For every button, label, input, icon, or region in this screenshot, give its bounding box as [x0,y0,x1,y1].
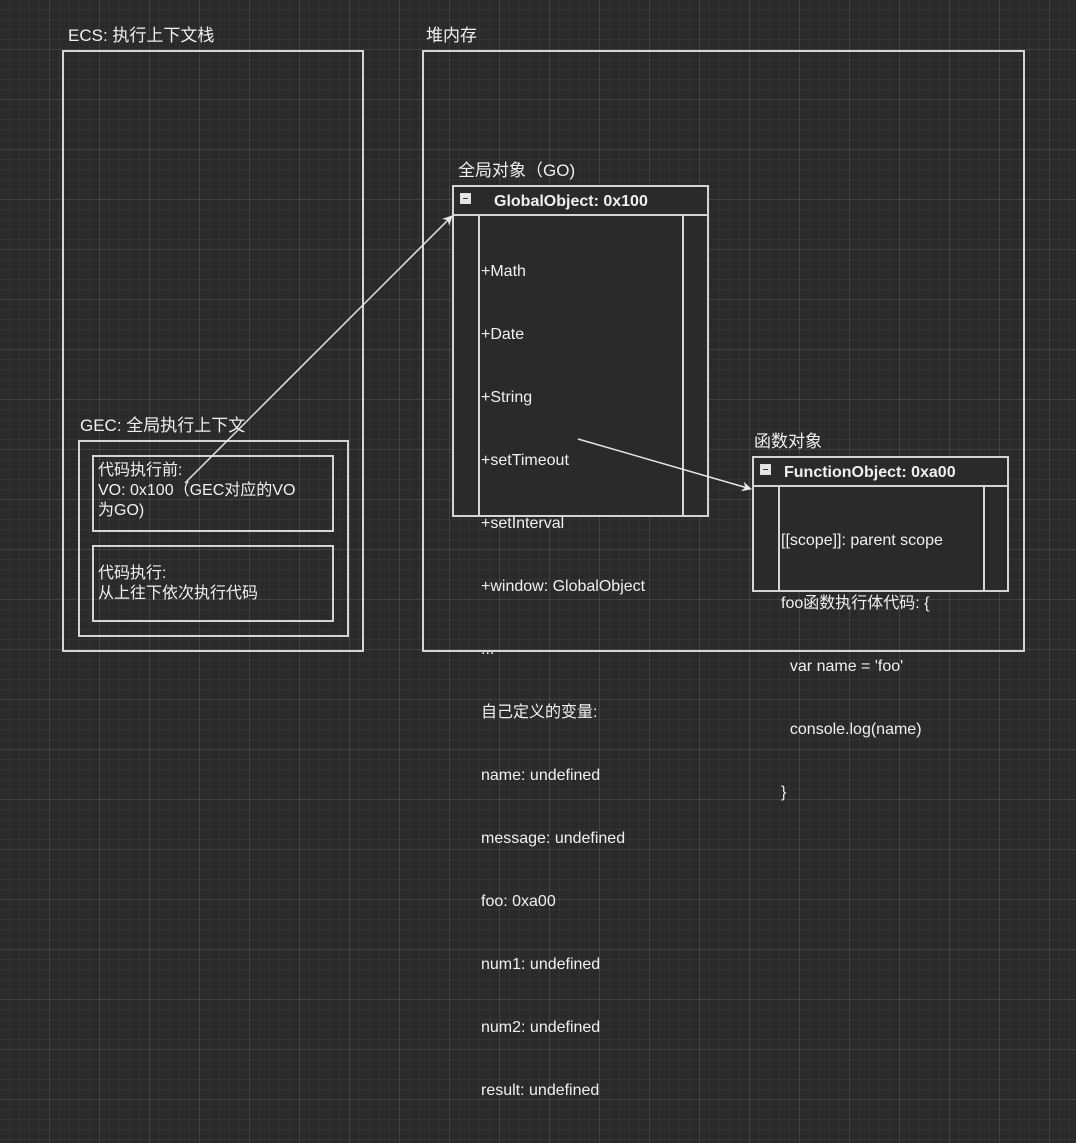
go-member: result: undefined [481,1082,600,1099]
vo-to-go-arrow [184,215,453,484]
go-member: message: undefined [481,830,626,847]
foo-to-function-object-arrow [577,438,752,492]
connector-arrows [184,215,752,492]
go-member: num1: undefined [481,956,601,973]
go-member: name: undefined [481,767,601,784]
fo-member: } [781,784,787,801]
go-member: foo: 0xa00 [481,893,556,910]
go-member: 自己定义的变量: [481,704,598,721]
fo-member: console.log(name) [781,721,922,738]
go-member: num2: undefined [481,1019,601,1036]
